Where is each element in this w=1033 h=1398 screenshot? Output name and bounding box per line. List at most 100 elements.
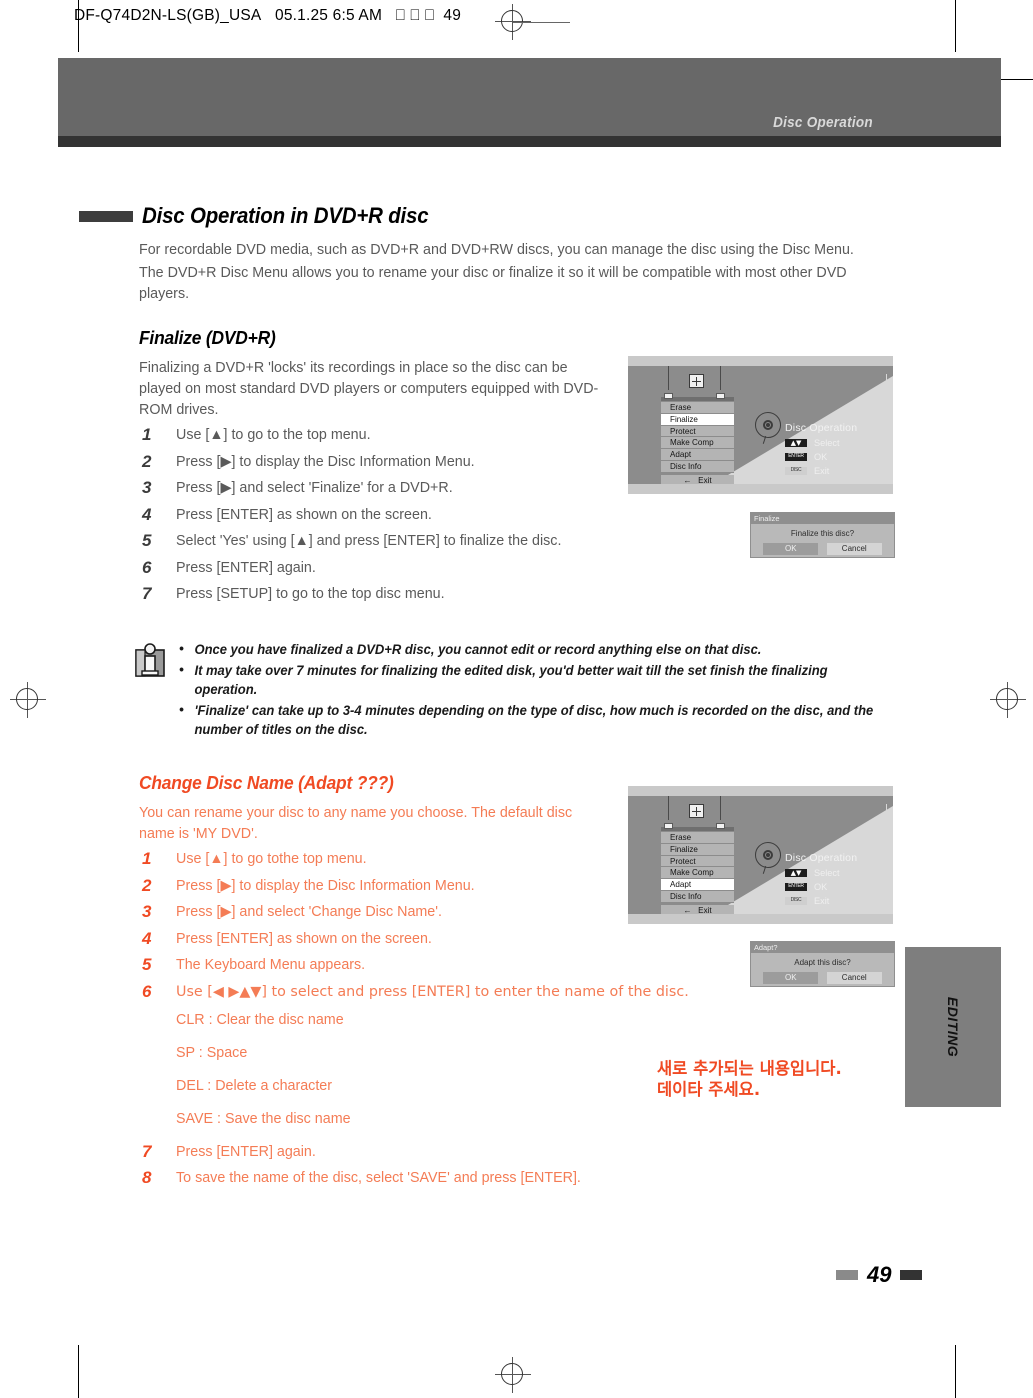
information-icon — [133, 640, 177, 741]
note-box: Once you have finalized a DVD+R disc, yo… — [133, 639, 903, 741]
osd-key-legend: ▲▼ Select ENTER OK DISC Exit — [785, 866, 840, 908]
step-text: Press [ENTER] again. — [176, 1143, 316, 1160]
legend-label-select: Select — [814, 437, 840, 448]
enter-key-icon: ENTER — [785, 452, 807, 461]
step-text: Press [▶] and select 'Finalize' for a DV… — [176, 480, 453, 496]
disc-key-icon: DISC — [785, 896, 807, 905]
step-text: Press [▶] to display the Disc Informatio… — [176, 453, 475, 470]
menu-item-exit-label: Exit — [698, 475, 712, 484]
osd-knob-left — [664, 393, 673, 399]
running-header-underbar — [58, 136, 1001, 147]
osd-hanger-right — [720, 366, 721, 390]
step-text: Press [▶] to display the Disc Informatio… — [176, 877, 475, 894]
crop-mark-bottom-right — [955, 1345, 956, 1398]
menu-item-disc-info[interactable]: Disc Info — [661, 460, 734, 473]
key-definition: CLR : Clear the disc name — [176, 1011, 344, 1028]
intro-paragraph: For recordable DVD media, such as DVD+R … — [139, 240, 901, 305]
menu-item-disc-info[interactable]: Disc Info — [661, 890, 734, 903]
list-item: It may take over 7 minutes for finalizin… — [177, 660, 881, 700]
step-number: 7 — [142, 584, 152, 603]
chapter-rule-decoration — [79, 210, 133, 222]
cancel-button[interactable]: Cancel — [826, 543, 882, 555]
legend-label-select: Select — [814, 867, 840, 878]
menu-item-finalize[interactable]: Finalize — [661, 413, 734, 426]
adapt-confirm-dialog[interactable]: Adapt? Adapt this disc? OK Cancel — [750, 941, 895, 987]
osd-screenshot-adapt: Erase Finalize Protect Make Comp Adapt D… — [628, 786, 893, 924]
menu-item-exit[interactable]: ← Exit — [661, 474, 734, 484]
menu-item-make-comp[interactable]: Make Comp — [661, 867, 734, 880]
dialog-buttons: OK Cancel — [751, 543, 894, 555]
updown-key-icon: ▲▼ — [785, 438, 807, 447]
legend-row-ok: ENTER OK — [785, 880, 840, 893]
print-slug: DF-Q74D2N-LS(GB)_USA 05.1.25 6:5 AM ⎕ ⎕ … — [74, 6, 461, 25]
menu-item-protect[interactable]: Protect — [661, 855, 734, 868]
ok-button[interactable]: OK — [763, 972, 819, 984]
page-title: Disc Operation in DVD+R disc — [142, 203, 429, 228]
step-number: 3 — [142, 902, 152, 921]
legend-row-select: ▲▼ Select — [785, 436, 840, 449]
legend-row-exit: DISC Exit — [785, 894, 840, 907]
osd-edge-tick — [886, 374, 887, 386]
step-number: 2 — [142, 451, 152, 471]
chapter-title-row: Disc Operation in DVD+R disc — [79, 203, 450, 229]
list-item: 8 To save the name of the disc, select 'S… — [139, 1168, 899, 1189]
menu-item-adapt[interactable]: Adapt — [661, 449, 734, 461]
slug-page: 49 — [443, 7, 462, 24]
menu-item-protect[interactable]: Protect — [661, 425, 734, 438]
menu-item-exit-label: Exit — [698, 905, 712, 914]
finalize-confirm-dialog[interactable]: Finalize Finalize this disc? OK Cancel — [750, 512, 895, 558]
menu-item-make-comp[interactable]: Make Comp — [661, 437, 734, 450]
step-number: 1 — [142, 849, 152, 868]
ok-button[interactable]: OK — [763, 543, 819, 555]
step-number: 4 — [142, 504, 152, 524]
step-text: Press [▶] and select 'Change Disc Name'. — [176, 904, 442, 920]
osd-screen: Erase Finalize Protect Make Comp Adapt D… — [628, 366, 893, 484]
step-text: The Keyboard Menu appears. — [176, 957, 366, 973]
dialog-buttons: OK Cancel — [751, 972, 894, 984]
disc-operation-menu[interactable]: Erase Finalize Protect Make Comp Adapt D… — [661, 402, 734, 484]
osd-knob-left — [664, 823, 673, 829]
disc-operation-menu[interactable]: Erase Finalize Protect Make Comp Adapt D… — [661, 832, 734, 914]
menu-item-erase[interactable]: Erase — [661, 402, 734, 414]
manual-page: DF-Q74D2N-LS(GB)_USA 05.1.25 6:5 AM ⎕ ⎕ … — [0, 0, 1033, 1398]
osd-screenshot-finalize: Erase Finalize Protect Make Comp Adapt D… — [628, 356, 893, 494]
legend-row-select: ▲▼ Select — [785, 866, 840, 879]
disc-icon — [751, 410, 785, 445]
osd-knob-right — [716, 393, 725, 399]
dialog-titlebar: Adapt? — [751, 942, 894, 953]
osd-knob-right — [716, 823, 725, 829]
step-number: 2 — [142, 875, 152, 895]
cancel-button[interactable]: Cancel — [826, 972, 882, 984]
updown-key-icon: ▲▼ — [785, 868, 807, 877]
page-number-value: 49 — [867, 1262, 892, 1287]
key-definition: SAVE : Save the disc name — [176, 1110, 351, 1127]
legend-label-exit: Exit — [814, 895, 830, 906]
step-number: 6 — [142, 557, 152, 577]
menu-item-adapt[interactable]: Adapt — [661, 879, 734, 891]
crop-mark-bottom-left — [78, 1345, 79, 1398]
rename-steps-list-b: 7 Press [ENTER] again. 8 To save the name … — [139, 1142, 899, 1190]
section-heading-finalize: Finalize (DVD+R) — [139, 327, 276, 348]
korean-annotation: 새로 추가되는 내용입니다. 데이타 주세요. — [657, 1059, 842, 1099]
osd-key-legend: ▲▼ Select ENTER OK DISC Exit — [785, 436, 840, 478]
legend-row-exit: DISC Exit — [785, 464, 840, 477]
osd-hanger-left — [668, 366, 669, 390]
note-bullet-list: Once you have finalized a DVD+R disc, yo… — [177, 639, 903, 741]
thumb-tab-label: EDITING — [945, 996, 961, 1058]
step-number: 5 — [142, 955, 152, 974]
step-text: To save the name of the disc, select 'SA… — [176, 1170, 581, 1186]
legend-label-ok: OK — [814, 451, 828, 462]
slug-job: DF-Q74D2N-LS(GB)_USA — [74, 7, 262, 24]
crop-mark-top-right — [955, 0, 956, 52]
menu-item-erase[interactable]: Erase — [661, 832, 734, 844]
page-rule-left — [836, 1270, 858, 1280]
list-item: 7 Press [SETUP] to go to the top disc men… — [139, 584, 899, 605]
disc-key-icon: DISC — [785, 466, 807, 475]
legend-label-exit: Exit — [814, 465, 830, 476]
step-number: 4 — [142, 928, 152, 948]
page-rule-right — [900, 1270, 923, 1280]
back-arrow-icon: ← — [683, 905, 692, 914]
menu-item-exit[interactable]: ← Exit — [661, 904, 734, 914]
menu-item-finalize[interactable]: Finalize — [661, 843, 734, 856]
legend-label-ok: OK — [814, 881, 828, 892]
